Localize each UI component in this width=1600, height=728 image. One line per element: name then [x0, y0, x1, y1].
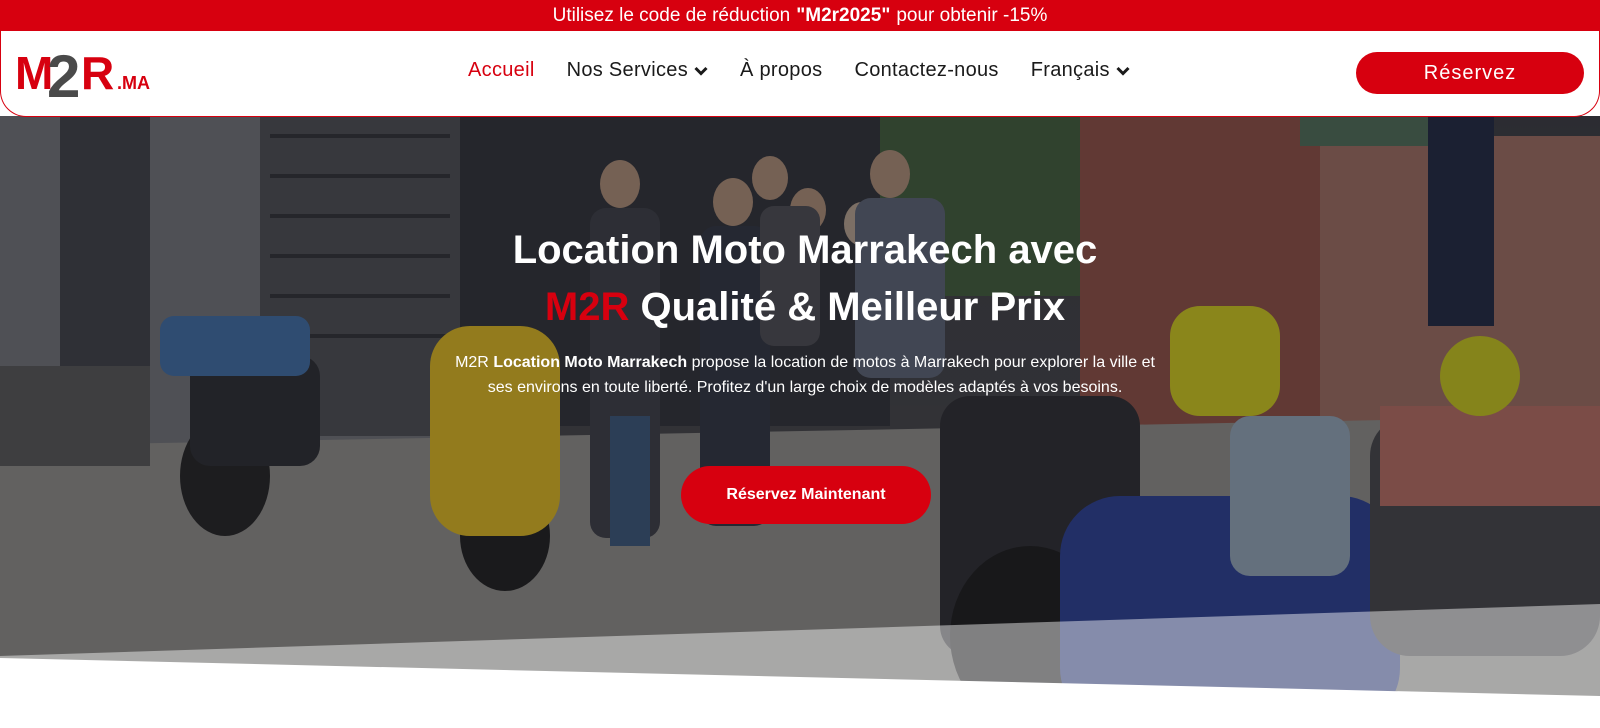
nav-item-label: Nos Services [566, 59, 688, 81]
nav-item-contactez-nous[interactable]: Contactez-nous [854, 59, 998, 82]
site-header: M 2 R .MA Accueil Nos Services À propos … [0, 31, 1600, 117]
promo-suffix: pour obtenir -15% [896, 5, 1048, 26]
svg-text:2: 2 [47, 43, 80, 103]
nav-item-label: Accueil [468, 59, 535, 81]
nav-item-label: Français [1030, 59, 1110, 81]
m2r-logo[interactable]: M 2 R .MA [15, 41, 157, 103]
chevron-down-icon [694, 66, 708, 76]
svg-text:R: R [81, 47, 114, 99]
hero-section: Location Moto Marrakech avec M2R Qualité… [0, 116, 1600, 728]
svg-text:.MA: .MA [117, 73, 150, 93]
nav-item-label: Contactez-nous [854, 59, 999, 81]
promo-banner: Utilisez le code de réduction "M2r2025" … [0, 0, 1600, 32]
nav-item-nos-services[interactable]: Nos Services [567, 59, 708, 82]
reserve-button[interactable]: Réservez [1356, 52, 1584, 94]
language-selector[interactable]: Français [1031, 59, 1130, 82]
nav-item-label: À propos [740, 59, 823, 81]
nav-item-a-propos[interactable]: À propos [740, 59, 822, 82]
promo-prefix: Utilisez le code de réduction [552, 5, 791, 26]
main-nav: Accueil Nos Services À propos Contactez-… [468, 59, 1162, 82]
promo-code: "M2r2025" [796, 5, 891, 26]
nav-item-accueil[interactable]: Accueil [468, 59, 535, 82]
chevron-down-icon [1116, 66, 1130, 76]
hero-bottom-divider [0, 604, 1600, 728]
